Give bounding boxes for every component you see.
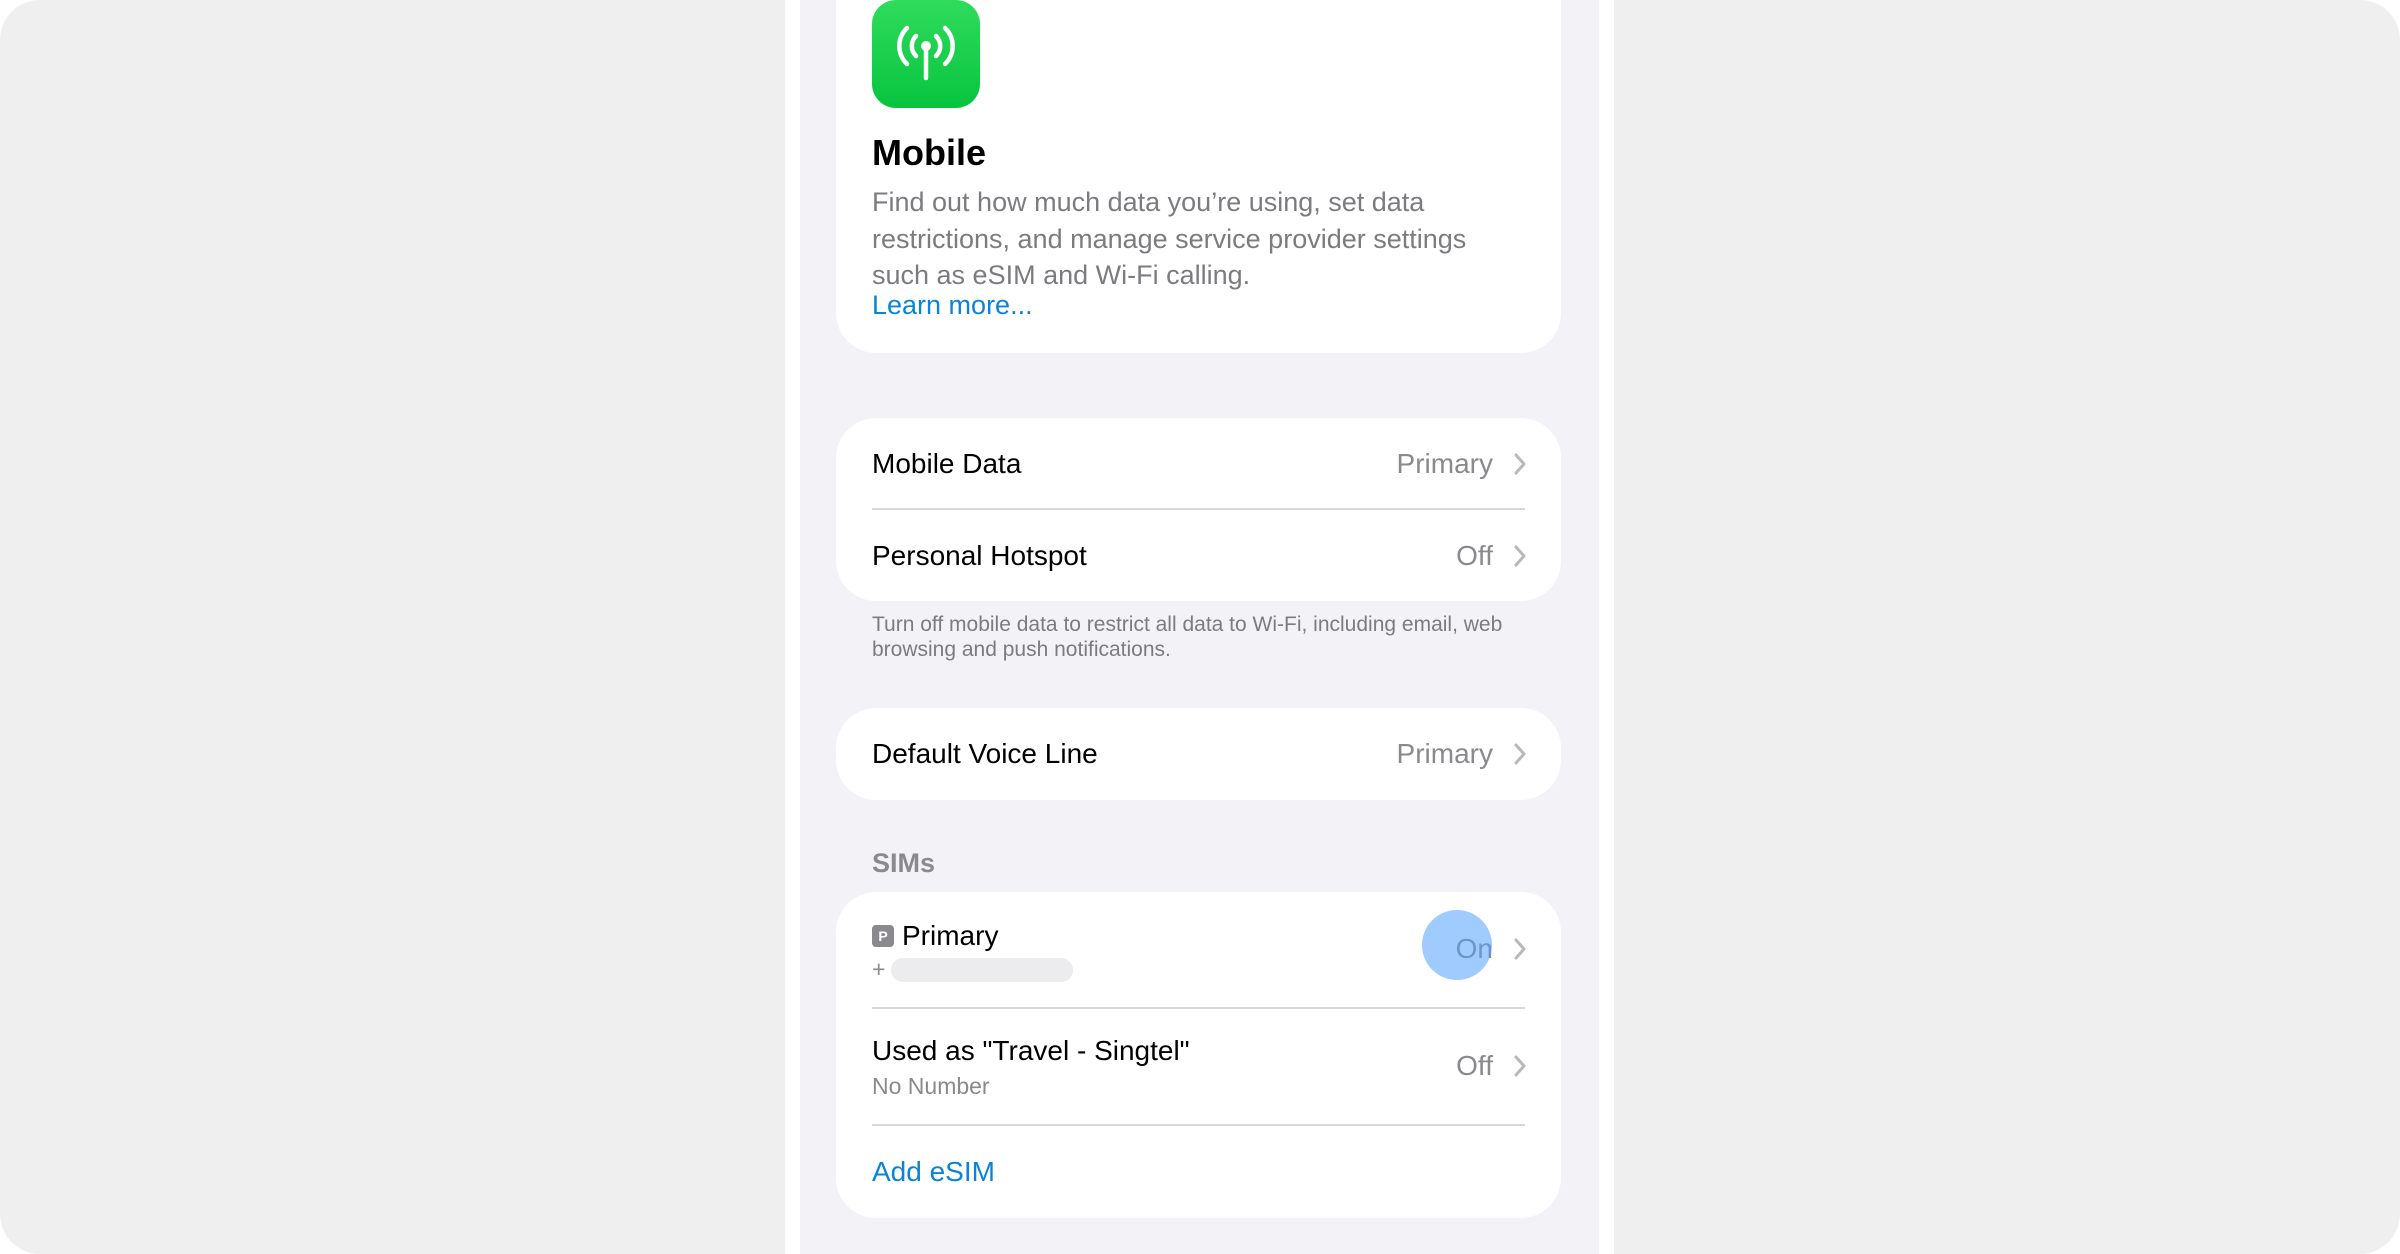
phone-number-prefix: + bbox=[872, 956, 886, 982]
chevron-right-icon bbox=[1514, 743, 1526, 765]
default-voice-line-row[interactable]: Default Voice Line Primary bbox=[836, 708, 1561, 800]
primary-sim-label: Primary bbox=[902, 920, 999, 951]
travel-sim-row[interactable]: Used as "Travel - Singtel" No Number Off bbox=[836, 1009, 1561, 1124]
row-divider bbox=[872, 1124, 1525, 1126]
default-voice-line-label: Default Voice Line bbox=[872, 738, 1098, 769]
chevron-right-icon bbox=[1514, 453, 1526, 474]
mobile-data-footnote: Turn off mobile data to restrict all dat… bbox=[872, 613, 1503, 661]
mobile-data-label: Mobile Data bbox=[872, 447, 1022, 479]
personal-hotspot-label: Personal Hotspot bbox=[872, 539, 1087, 571]
sims-section-header: SIMs bbox=[872, 848, 936, 878]
add-esim-button[interactable]: Add eSIM bbox=[872, 1156, 995, 1188]
primary-sim-number: + bbox=[872, 956, 1074, 983]
primary-sim-title: P Primary bbox=[872, 920, 998, 952]
antenna-signal-icon bbox=[872, 0, 980, 108]
voice-line-card: Default Voice Line Primary bbox=[836, 708, 1561, 800]
touch-indicator bbox=[1422, 910, 1492, 980]
page-title: Mobile bbox=[872, 132, 986, 173]
learn-more-link[interactable]: Learn more... bbox=[872, 290, 1033, 321]
travel-sim-subtitle: No Number bbox=[872, 1073, 990, 1099]
settings-screen: Mobile Find out how much data you’re usi… bbox=[800, 0, 1599, 1254]
default-voice-line-value: Primary bbox=[1396, 738, 1493, 769]
chevron-right-icon bbox=[1514, 938, 1526, 960]
mobile-data-value: Primary bbox=[1396, 447, 1493, 479]
chevron-right-icon bbox=[1514, 545, 1526, 566]
personal-hotspot-value: Off bbox=[1456, 539, 1493, 571]
mobile-data-row[interactable]: Mobile Data Primary bbox=[836, 418, 1561, 509]
travel-sim-label: Used as "Travel - Singtel" bbox=[872, 1035, 1190, 1066]
travel-sim-value: Off bbox=[1456, 1050, 1493, 1081]
data-settings-card: Mobile Data Primary Personal Hotspot Off bbox=[836, 418, 1561, 601]
page-description: Find out how much data you’re using, set… bbox=[872, 187, 1467, 290]
travel-sim-title: Used as "Travel - Singtel" bbox=[872, 1035, 1190, 1067]
personal-hotspot-row[interactable]: Personal Hotspot Off bbox=[836, 510, 1561, 601]
mobile-info-card: Mobile Find out how much data you’re usi… bbox=[836, 0, 1561, 353]
primary-badge: P bbox=[872, 925, 894, 947]
redacted-phone-number bbox=[891, 957, 1074, 982]
chevron-right-icon bbox=[1514, 1055, 1526, 1077]
